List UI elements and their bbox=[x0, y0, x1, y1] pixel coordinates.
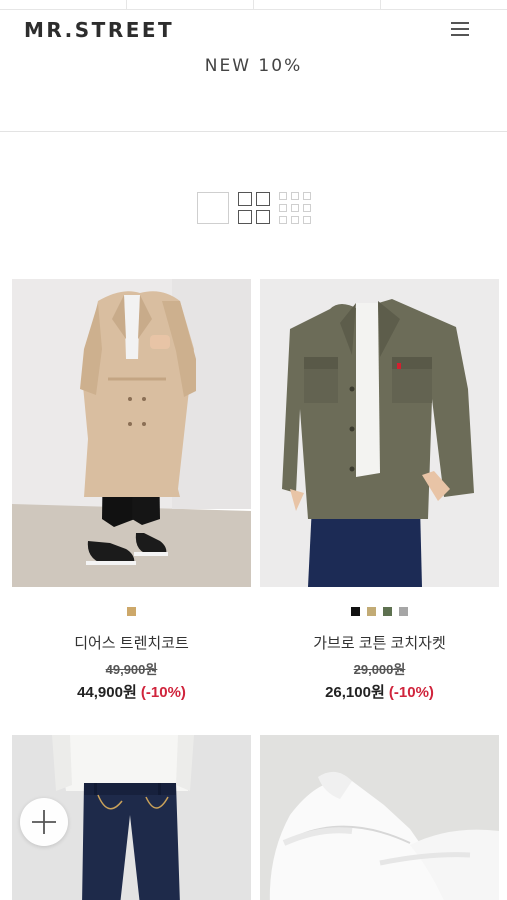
single-column-view-icon[interactable] bbox=[197, 192, 229, 224]
product-image[interactable] bbox=[260, 735, 499, 900]
top-tab[interactable] bbox=[0, 0, 127, 9]
top-tab[interactable] bbox=[254, 0, 381, 9]
hamburger-menu-icon[interactable] bbox=[451, 22, 469, 38]
sale-price: 26,100원 bbox=[325, 684, 385, 701]
top-tab-strip bbox=[0, 0, 507, 10]
view-mode-toggle bbox=[197, 192, 312, 226]
color-swatch bbox=[383, 607, 392, 616]
product-card[interactable] bbox=[260, 735, 499, 900]
color-swatches bbox=[12, 607, 251, 617]
section-divider bbox=[0, 131, 507, 132]
brand-logo[interactable]: MR.STREET bbox=[24, 18, 174, 42]
original-price: 49,900원 bbox=[105, 662, 158, 677]
product-card[interactable]: 가브로 코튼 코치자켓 29,000원 26,100원 (-10%) bbox=[260, 279, 499, 702]
product-image[interactable] bbox=[12, 279, 251, 587]
product-image[interactable] bbox=[260, 279, 499, 587]
color-swatch bbox=[127, 607, 136, 616]
discount-badge: (-10%) bbox=[140, 684, 186, 701]
top-tab[interactable] bbox=[381, 0, 507, 9]
original-price: 29,000원 bbox=[353, 662, 406, 677]
site-header: MR.STREET bbox=[0, 10, 507, 50]
color-swatch bbox=[399, 607, 408, 616]
section-title: NEW 10% bbox=[204, 56, 303, 76]
product-name[interactable]: 가브로 코튼 코치자켓 bbox=[260, 632, 499, 653]
product-card[interactable]: 디어스 트렌치코트 49,900원 44,900원 (-10%) bbox=[12, 279, 251, 702]
color-swatch bbox=[367, 607, 376, 616]
discount-badge: (-10%) bbox=[388, 684, 434, 701]
sale-price: 44,900원 bbox=[77, 684, 137, 701]
color-swatches bbox=[260, 607, 499, 617]
three-column-grid-icon[interactable] bbox=[279, 192, 311, 224]
two-column-grid-icon[interactable] bbox=[238, 192, 270, 224]
sale-price-row: 26,100원 (-10%) bbox=[260, 681, 499, 702]
product-name[interactable]: 디어스 트렌치코트 bbox=[12, 632, 251, 653]
sale-price-row: 44,900원 (-10%) bbox=[12, 681, 251, 702]
plus-icon[interactable] bbox=[20, 798, 68, 846]
color-swatch bbox=[351, 607, 360, 616]
top-tab[interactable] bbox=[127, 0, 254, 9]
